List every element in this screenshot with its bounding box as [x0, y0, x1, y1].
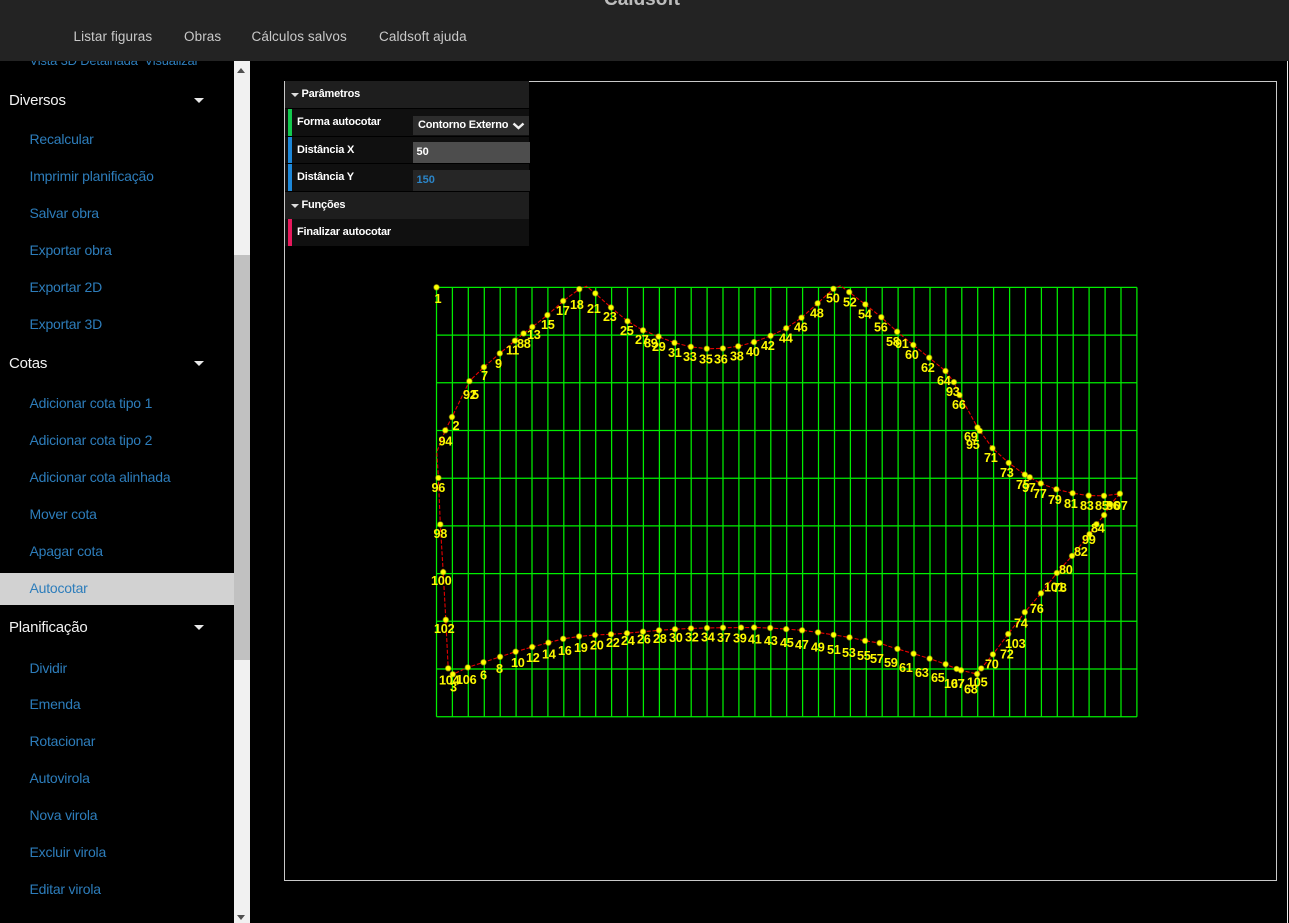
svg-text:3: 3 — [450, 681, 457, 695]
svg-text:34: 34 — [701, 631, 715, 645]
svg-text:74: 74 — [1014, 617, 1028, 631]
svg-text:39: 39 — [733, 632, 747, 646]
svg-text:12: 12 — [526, 651, 540, 665]
svg-text:71: 71 — [984, 451, 998, 465]
svg-text:29: 29 — [652, 340, 666, 354]
svg-text:8: 8 — [496, 662, 503, 676]
svg-text:5: 5 — [472, 388, 479, 402]
svg-text:14: 14 — [542, 648, 556, 662]
svg-text:55: 55 — [857, 649, 871, 663]
svg-text:13: 13 — [527, 328, 541, 342]
svg-text:77: 77 — [1033, 487, 1047, 501]
svg-text:44: 44 — [779, 332, 793, 346]
svg-text:78: 78 — [1053, 581, 1067, 595]
svg-text:53: 53 — [842, 646, 856, 660]
svg-text:82: 82 — [1074, 545, 1088, 559]
svg-text:48: 48 — [810, 307, 824, 321]
svg-text:25: 25 — [620, 324, 634, 338]
svg-text:10: 10 — [511, 656, 525, 670]
svg-text:16: 16 — [558, 644, 572, 658]
svg-text:80: 80 — [1059, 563, 1073, 577]
svg-text:83: 83 — [1080, 499, 1094, 513]
svg-text:60: 60 — [905, 348, 919, 362]
svg-text:96: 96 — [432, 481, 446, 495]
svg-text:33: 33 — [683, 350, 697, 364]
svg-text:42: 42 — [761, 339, 775, 353]
svg-text:52: 52 — [843, 296, 857, 310]
svg-text:2: 2 — [453, 419, 460, 433]
svg-text:65: 65 — [931, 671, 945, 685]
svg-text:36: 36 — [714, 353, 728, 367]
svg-text:59: 59 — [884, 656, 898, 670]
svg-text:93: 93 — [946, 385, 960, 399]
svg-text:7: 7 — [481, 369, 488, 383]
svg-text:6: 6 — [480, 669, 487, 683]
svg-text:51: 51 — [827, 643, 841, 657]
svg-text:17: 17 — [556, 304, 570, 318]
svg-text:1: 1 — [435, 292, 442, 306]
svg-text:31: 31 — [668, 346, 682, 360]
svg-text:32: 32 — [685, 631, 699, 645]
svg-text:76: 76 — [1030, 602, 1044, 616]
svg-text:63: 63 — [915, 666, 929, 680]
svg-text:95: 95 — [966, 438, 980, 452]
svg-text:73: 73 — [1000, 466, 1014, 480]
svg-text:47: 47 — [795, 638, 809, 652]
svg-text:98: 98 — [434, 527, 448, 541]
svg-text:20: 20 — [590, 639, 604, 653]
svg-text:81: 81 — [1064, 497, 1078, 511]
svg-text:102: 102 — [434, 622, 455, 636]
svg-text:49: 49 — [811, 640, 825, 654]
svg-text:67: 67 — [951, 677, 965, 691]
svg-text:40: 40 — [746, 345, 760, 359]
svg-text:19: 19 — [574, 641, 588, 655]
svg-text:22: 22 — [606, 636, 620, 650]
svg-text:15: 15 — [541, 318, 555, 332]
svg-text:24: 24 — [621, 634, 635, 648]
svg-text:41: 41 — [748, 633, 762, 647]
svg-text:100: 100 — [431, 574, 452, 588]
svg-text:37: 37 — [717, 631, 731, 645]
svg-text:43: 43 — [764, 634, 778, 648]
svg-text:79: 79 — [1048, 493, 1062, 507]
svg-text:30: 30 — [669, 631, 683, 645]
svg-text:9: 9 — [495, 357, 502, 371]
svg-text:46: 46 — [794, 321, 808, 335]
svg-text:61: 61 — [899, 661, 913, 675]
svg-text:28: 28 — [653, 632, 667, 646]
svg-text:18: 18 — [570, 298, 584, 312]
svg-text:56: 56 — [874, 321, 888, 335]
svg-text:66: 66 — [952, 398, 966, 412]
svg-text:07: 07 — [1114, 499, 1128, 513]
svg-text:62: 62 — [921, 361, 935, 375]
svg-text:35: 35 — [699, 353, 713, 367]
svg-text:26: 26 — [637, 633, 651, 647]
svg-text:50: 50 — [826, 292, 840, 306]
svg-text:38: 38 — [730, 350, 744, 364]
svg-text:106: 106 — [456, 673, 477, 687]
svg-text:57: 57 — [870, 652, 884, 666]
svg-text:54: 54 — [858, 308, 872, 322]
svg-text:84: 84 — [1091, 522, 1105, 536]
svg-text:103: 103 — [1005, 637, 1026, 651]
svg-text:23: 23 — [603, 310, 617, 324]
svg-text:94: 94 — [439, 435, 453, 449]
svg-text:105: 105 — [967, 676, 988, 690]
svg-text:70: 70 — [985, 658, 999, 672]
svg-text:21: 21 — [587, 302, 601, 316]
svg-text:45: 45 — [780, 636, 794, 650]
